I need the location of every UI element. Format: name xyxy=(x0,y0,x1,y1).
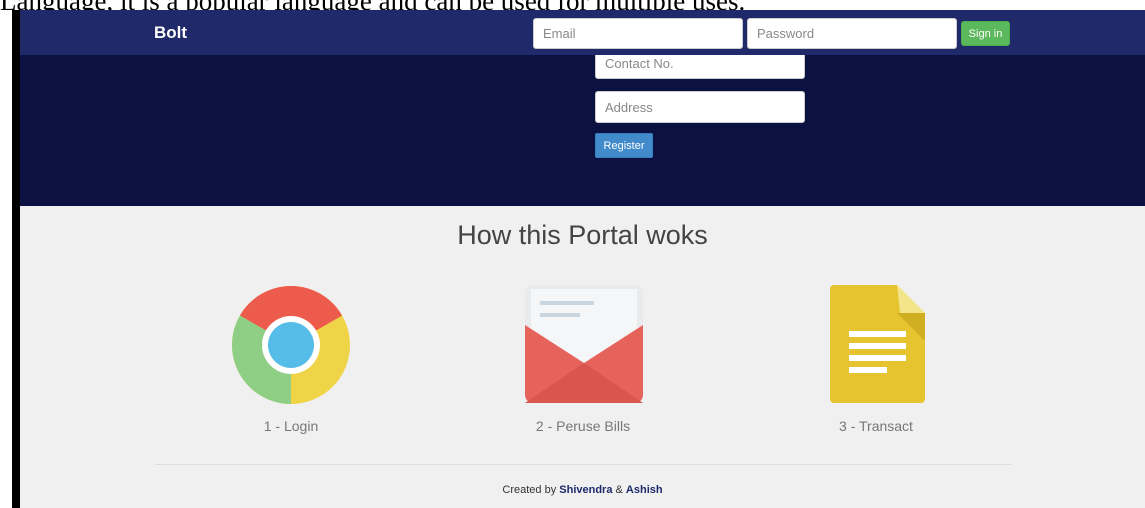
password-field[interactable] xyxy=(747,18,957,49)
register-button[interactable]: Register xyxy=(595,133,653,158)
sign-in-button[interactable]: Sign in xyxy=(961,21,1010,46)
document-icon xyxy=(830,285,925,403)
brand-logo[interactable]: Bolt xyxy=(154,23,187,43)
step-login-label: 1 - Login xyxy=(263,418,319,434)
mail-icon xyxy=(525,285,643,403)
section-title: How this Portal woks xyxy=(457,220,708,250)
author-shivendra: Shivendra xyxy=(559,484,613,496)
address-field[interactable] xyxy=(595,91,805,123)
step-peruse-bills-label: 2 - Peruse Bills xyxy=(535,418,631,434)
email-field[interactable] xyxy=(533,18,743,49)
author-ashish: Ashish xyxy=(625,484,663,496)
footer-divider xyxy=(155,464,1012,465)
footer-prefix: Created by xyxy=(502,484,557,496)
footer-credits: Created by Shivendra & Ashish xyxy=(20,484,1145,496)
portal-page: Register Bolt Sign in How this Portal wo… xyxy=(20,10,1145,508)
step-transact-label: 3 - Transact xyxy=(839,418,913,434)
top-navbar: Bolt Sign in xyxy=(20,10,1145,55)
footer-ampersand: & xyxy=(615,484,623,496)
window-left-edge xyxy=(12,10,20,508)
chrome-icon xyxy=(231,285,350,404)
